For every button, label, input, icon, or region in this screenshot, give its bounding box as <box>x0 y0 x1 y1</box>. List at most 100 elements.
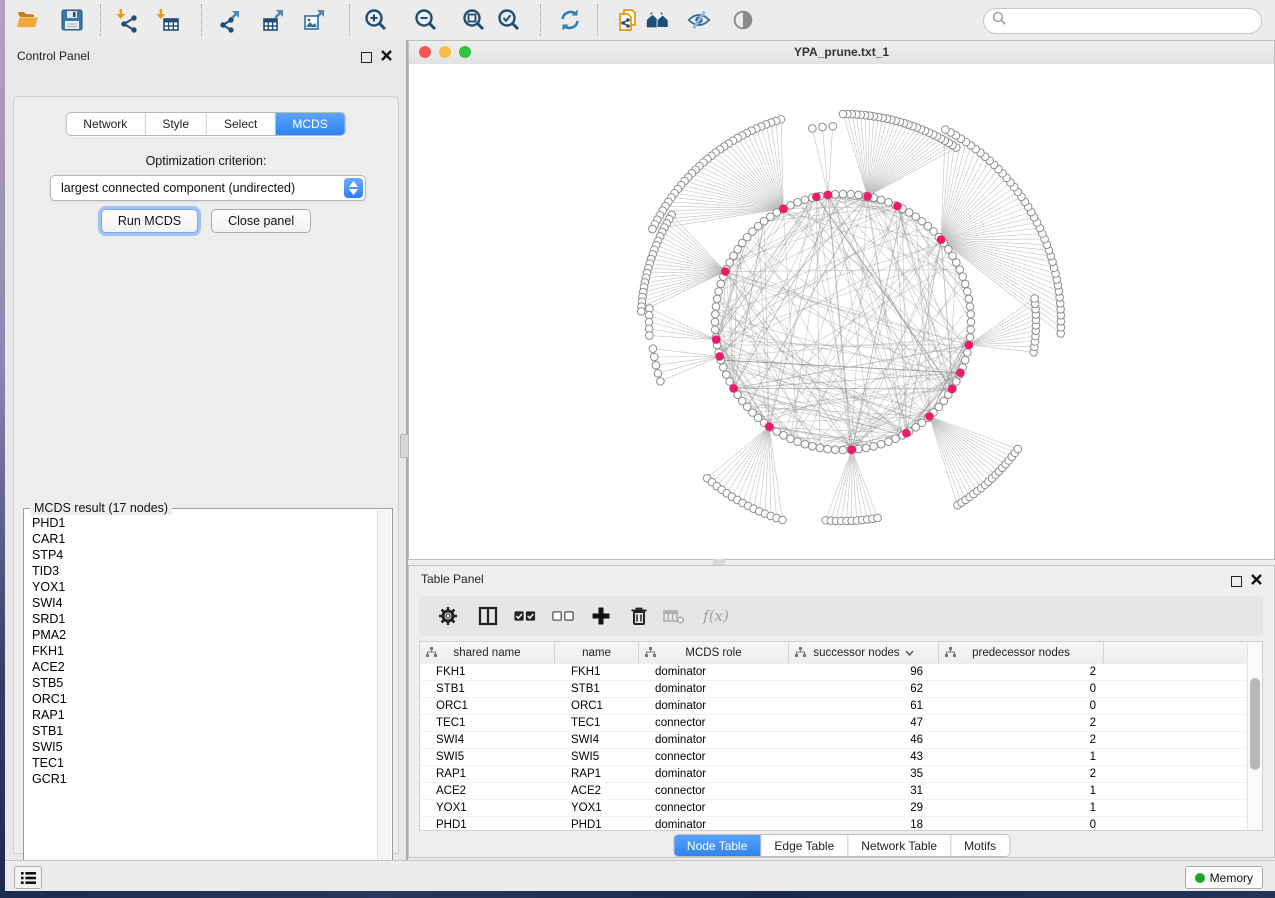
table-row[interactable]: ORC1ORC1dominator610 <box>420 698 1248 715</box>
tab-network-table[interactable]: Network Table <box>848 835 951 856</box>
copy-network-icon[interactable] <box>615 7 641 33</box>
add-column-icon[interactable] <box>590 605 612 627</box>
list-item[interactable]: YOX1 <box>32 579 378 595</box>
save-session-icon[interactable] <box>59 7 85 33</box>
table-cell: 0 <box>939 683 1104 695</box>
delete-columns-icon[interactable] <box>628 605 650 627</box>
zoom-in-icon[interactable] <box>363 7 389 33</box>
table-cell: STB1 <box>555 683 639 695</box>
mcds-list-scrollbar[interactable] <box>377 510 391 880</box>
table-row[interactable]: SWI5SWI5connector431 <box>420 749 1248 766</box>
zoom-out-icon[interactable] <box>413 7 439 33</box>
list-item[interactable]: PMA2 <box>32 627 378 643</box>
tab-edge-table[interactable]: Edge Table <box>761 835 848 856</box>
first-neighbors-icon[interactable] <box>645 7 671 33</box>
column-header-name[interactable]: name <box>555 642 639 664</box>
column-header-mcds-role[interactable]: MCDS role <box>639 642 789 664</box>
list-item[interactable]: STB5 <box>32 675 378 691</box>
list-item[interactable]: STB1 <box>32 723 378 739</box>
table-cell: YOX1 <box>555 802 639 814</box>
network-graph[interactable] <box>409 64 1274 559</box>
list-item[interactable]: SWI4 <box>32 595 378 611</box>
search-input[interactable] <box>1007 14 1261 28</box>
network-window-titlebar[interactable]: YPA_prune.txt_1 <box>409 41 1274 65</box>
table-row[interactable]: STB1STB1dominator620 <box>420 681 1248 698</box>
column-header-predecessor-nodes[interactable]: predecessor nodes <box>939 642 1104 664</box>
close-panel-icon[interactable] <box>381 48 392 66</box>
memory-status-icon <box>1195 873 1205 883</box>
column-header-successor-nodes[interactable]: successor nodes <box>789 642 939 664</box>
close-panel-button[interactable]: Close panel <box>211 209 311 233</box>
open-file-icon[interactable] <box>15 7 41 33</box>
list-item[interactable]: TID3 <box>32 563 378 579</box>
tab-select[interactable]: Select <box>207 113 275 135</box>
table-row[interactable]: ACE2ACE2connector311 <box>420 783 1248 800</box>
tab-style[interactable]: Style <box>145 113 207 135</box>
table-cell: 2 <box>939 768 1104 780</box>
run-mcds-button[interactable]: Run MCDS <box>101 209 198 233</box>
import-network-icon[interactable] <box>115 7 141 33</box>
table-scrollbar-thumb[interactable] <box>1250 678 1260 770</box>
export-image-icon[interactable] <box>302 7 328 33</box>
table-row[interactable]: FKH1FKH1dominator962 <box>420 664 1248 681</box>
table-cell: SWI5 <box>420 751 555 763</box>
column-type-icon <box>645 647 656 661</box>
tab-motifs[interactable]: Motifs <box>951 835 1009 856</box>
table-cell: PHD1 <box>555 819 639 831</box>
column-header-shared-name[interactable]: shared name <box>420 642 555 664</box>
table-options-icon[interactable] <box>437 605 459 627</box>
column-header-label: predecessor nodes <box>972 647 1070 659</box>
list-item[interactable]: CAR1 <box>32 531 378 547</box>
mcds-result-list[interactable]: PHD1CAR1STP4TID3YOX1SWI4SRD1PMA2FKH1ACE2… <box>25 515 378 880</box>
network-canvas[interactable] <box>409 64 1274 559</box>
export-table-icon[interactable] <box>261 7 287 33</box>
column-header-filler <box>1104 642 1248 664</box>
table-row[interactable]: PHD1PHD1dominator180 <box>420 817 1248 831</box>
tab-network[interactable]: Network <box>66 113 145 135</box>
show-log-button[interactable] <box>14 866 42 889</box>
table-panel-title: Table Panel <box>421 572 484 586</box>
list-item[interactable]: SWI5 <box>32 739 378 755</box>
table-row[interactable]: RAP1RAP1dominator352 <box>420 766 1248 783</box>
list-item[interactable]: GCR1 <box>32 771 378 787</box>
table-cell: ACE2 <box>555 785 639 797</box>
import-table-icon[interactable] <box>155 7 181 33</box>
list-item[interactable]: FKH1 <box>32 643 378 659</box>
select-all-columns-icon[interactable] <box>514 605 536 627</box>
float-panel-icon[interactable] <box>361 52 372 63</box>
show-all-icon[interactable] <box>730 7 756 33</box>
column-type-icon <box>945 647 956 661</box>
table-row[interactable]: YOX1YOX1connector291 <box>420 800 1248 817</box>
zoom-fit-icon[interactable] <box>461 7 487 33</box>
list-item[interactable]: ACE2 <box>32 659 378 675</box>
function-builder-icon: f(x) <box>705 605 727 627</box>
deselect-all-columns-icon[interactable] <box>552 605 574 627</box>
export-network-icon[interactable] <box>217 7 243 33</box>
table-cell: dominator <box>639 700 789 712</box>
zoom-selected-icon[interactable] <box>496 7 522 33</box>
delete-table-icon <box>663 605 685 627</box>
show-columns-icon[interactable] <box>477 605 499 627</box>
table-scrollbar[interactable] <box>1247 642 1262 830</box>
hide-selected-icon[interactable] <box>686 7 712 33</box>
list-item[interactable]: STP4 <box>32 547 378 563</box>
list-item[interactable]: RAP1 <box>32 707 378 723</box>
optimization-criterion-select[interactable]: largest connected component (undirected) <box>50 175 366 201</box>
tab-node-table[interactable]: Node Table <box>674 835 762 856</box>
table-cell: connector <box>639 751 789 763</box>
list-item[interactable]: PHD1 <box>32 515 378 531</box>
close-panel-icon[interactable] <box>1251 572 1262 590</box>
search-field[interactable] <box>983 8 1262 34</box>
list-item[interactable]: TEC1 <box>32 755 378 771</box>
table-cell: RAP1 <box>555 768 639 780</box>
tab-mcds[interactable]: MCDS <box>275 113 344 135</box>
table-cell: SWI4 <box>420 734 555 746</box>
float-panel-icon[interactable] <box>1231 576 1242 587</box>
table-cell: dominator <box>639 666 789 678</box>
table-row[interactable]: TEC1TEC1connector472 <box>420 715 1248 732</box>
list-item[interactable]: ORC1 <box>32 691 378 707</box>
list-item[interactable]: SRD1 <box>32 611 378 627</box>
refresh-icon[interactable] <box>557 7 583 33</box>
memory-button[interactable]: Memory <box>1185 866 1263 889</box>
table-row[interactable]: SWI4SWI4dominator462 <box>420 732 1248 749</box>
